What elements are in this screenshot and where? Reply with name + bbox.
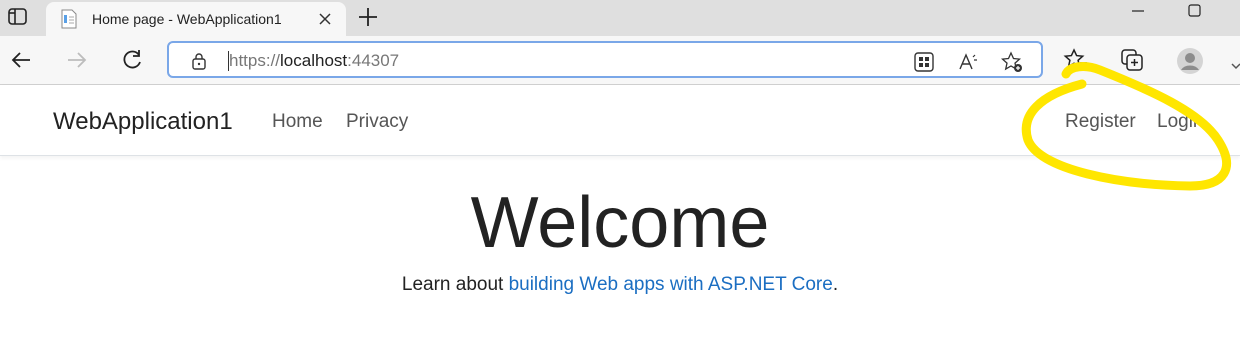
favorites-icon[interactable] bbox=[1063, 47, 1089, 73]
browser-toolbar: https://localhost:44307 bbox=[0, 36, 1240, 85]
nav-login-link[interactable]: Login bbox=[1157, 111, 1204, 133]
brand-link[interactable]: WebApplication1 bbox=[53, 108, 233, 136]
more-options-icon[interactable] bbox=[1228, 47, 1240, 73]
new-tab-icon[interactable] bbox=[356, 5, 380, 29]
address-bar[interactable]: https://localhost:44307 bbox=[167, 41, 1043, 78]
tab-strip: Home page - WebApplication1 bbox=[0, 0, 1240, 36]
tab-actions-icon[interactable] bbox=[6, 6, 30, 28]
forward-icon[interactable] bbox=[64, 47, 90, 73]
close-tab-icon[interactable] bbox=[316, 10, 334, 28]
lock-icon[interactable] bbox=[191, 52, 207, 70]
maximize-icon[interactable] bbox=[1186, 3, 1204, 19]
welcome-heading: Welcome bbox=[470, 183, 770, 263]
nav-privacy-link[interactable]: Privacy bbox=[346, 111, 408, 133]
url-scheme: https:// bbox=[229, 51, 281, 70]
learn-prefix: Learn about bbox=[401, 274, 509, 295]
read-aloud-icon[interactable] bbox=[957, 51, 979, 73]
add-favorite-icon[interactable] bbox=[1000, 51, 1023, 73]
site-navbar: WebApplication1 Home Privacy Register Lo… bbox=[0, 85, 1240, 156]
address-text[interactable]: https://localhost:44307 bbox=[229, 51, 399, 71]
apps-icon[interactable] bbox=[913, 51, 935, 73]
nav-register-link[interactable]: Register bbox=[1065, 111, 1136, 133]
back-icon[interactable] bbox=[8, 47, 34, 73]
learn-suffix: . bbox=[832, 274, 839, 295]
aspnet-docs-link[interactable]: building Web apps with ASP.NET Core bbox=[509, 274, 833, 295]
nav-home-link[interactable]: Home bbox=[272, 111, 323, 133]
refresh-icon[interactable] bbox=[119, 47, 145, 73]
url-host: localhost bbox=[280, 51, 348, 70]
page-favicon-icon bbox=[60, 9, 78, 29]
url-port: :44307 bbox=[347, 51, 400, 70]
browser-tab[interactable]: Home page - WebApplication1 bbox=[46, 2, 346, 36]
learn-paragraph: Learn about building Web apps with ASP.N… bbox=[0, 274, 1240, 296]
collections-icon[interactable] bbox=[1119, 47, 1145, 73]
profile-avatar-icon[interactable] bbox=[1176, 47, 1203, 74]
tab-title: Home page - WebApplication1 bbox=[92, 11, 282, 27]
minimize-icon[interactable] bbox=[1128, 2, 1148, 18]
